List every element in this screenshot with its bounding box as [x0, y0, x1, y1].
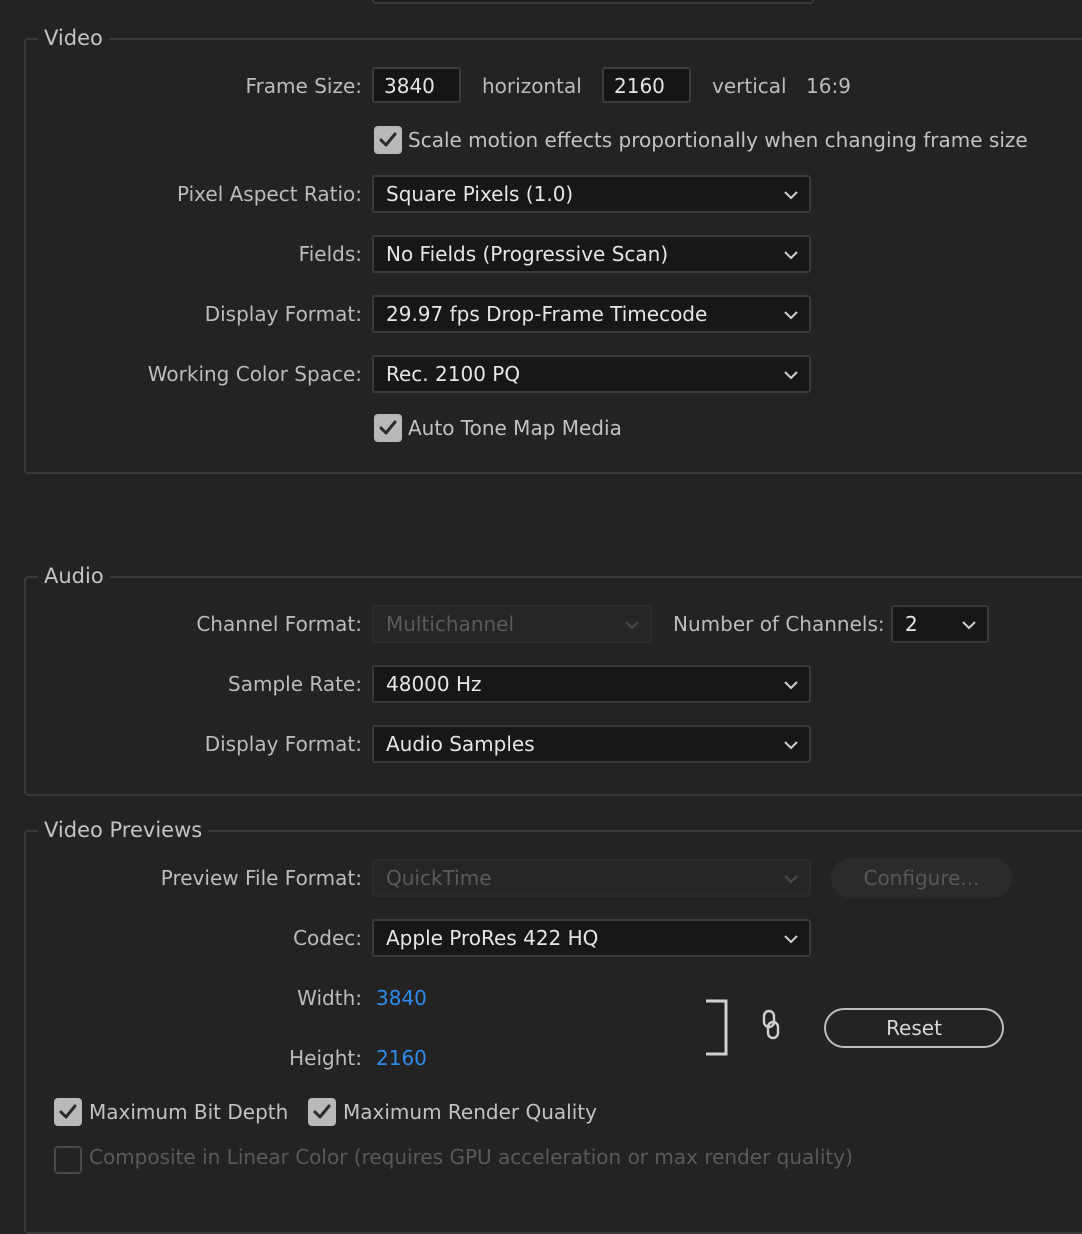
- composite-linear-checkbox[interactable]: [54, 1146, 82, 1174]
- preview-file-format-label: Preview File Format:: [160, 866, 362, 890]
- codec-label: Codec:: [293, 926, 362, 950]
- audio-display-format-value: Audio Samples: [386, 732, 535, 756]
- fields-value: No Fields (Progressive Scan): [386, 242, 669, 266]
- checkmark-icon: [59, 1104, 77, 1119]
- video-previews-section-legend: Video Previews: [38, 815, 209, 845]
- composite-linear-label: Composite in Linear Color (requires GPU …: [89, 1145, 853, 1169]
- chevron-down-icon: [784, 935, 798, 944]
- video-display-format-dropdown[interactable]: 29.97 fps Drop-Frame Timecode: [372, 295, 811, 333]
- num-channels-label: Number of Channels:: [673, 612, 885, 636]
- preview-file-format-value: QuickTime: [386, 866, 492, 890]
- chevron-down-icon: [962, 621, 976, 630]
- chevron-down-icon: [784, 191, 798, 200]
- video-display-format-label: Display Format:: [204, 302, 362, 326]
- channel-format-label: Channel Format:: [196, 612, 362, 636]
- previous-dropdown-stub[interactable]: [372, 0, 814, 4]
- audio-section-legend: Audio: [38, 561, 110, 591]
- auto-tone-map-label: Auto Tone Map Media: [408, 416, 622, 440]
- preview-height-label: Height:: [289, 1046, 362, 1070]
- chevron-down-icon: [784, 371, 798, 380]
- chevron-down-icon: [625, 621, 639, 630]
- chevron-down-icon: [784, 875, 798, 884]
- checkmark-icon: [379, 132, 397, 147]
- color-space-label: Working Color Space:: [147, 362, 362, 386]
- preview-file-format-dropdown: QuickTime: [372, 859, 811, 897]
- codec-value: Apple ProRes 422 HQ: [386, 926, 599, 950]
- max-render-quality-checkbox[interactable]: [308, 1098, 336, 1126]
- max-bit-depth-label: Maximum Bit Depth: [89, 1100, 289, 1124]
- codec-dropdown[interactable]: Apple ProRes 422 HQ: [372, 919, 811, 957]
- scale-motion-label: Scale motion effects proportionally when…: [408, 128, 1028, 152]
- chevron-down-icon: [784, 251, 798, 260]
- vertical-label: vertical: [712, 74, 787, 98]
- channel-format-value: Multichannel: [386, 612, 515, 636]
- pixel-aspect-dropdown[interactable]: Square Pixels (1.0): [372, 175, 811, 213]
- configure-button[interactable]: Configure...: [831, 858, 1012, 898]
- num-channels-dropdown[interactable]: 2: [891, 605, 989, 643]
- frame-height-input[interactable]: 2160: [602, 67, 691, 103]
- checkmark-icon: [379, 420, 397, 435]
- preview-width-label: Width:: [297, 986, 362, 1010]
- preview-height-value[interactable]: 2160: [376, 1044, 427, 1072]
- horizontal-label: horizontal: [482, 74, 582, 98]
- bracket-icon: [706, 999, 728, 1056]
- max-bit-depth-checkbox[interactable]: [54, 1098, 82, 1126]
- pixel-aspect-label: Pixel Aspect Ratio:: [177, 182, 362, 206]
- num-channels-value: 2: [905, 612, 918, 636]
- sample-rate-label: Sample Rate:: [228, 672, 362, 696]
- reset-button[interactable]: Reset: [824, 1008, 1004, 1048]
- sample-rate-dropdown[interactable]: 48000 Hz: [372, 665, 811, 703]
- sample-rate-value: 48000 Hz: [386, 672, 482, 696]
- fields-dropdown[interactable]: No Fields (Progressive Scan): [372, 235, 811, 273]
- chevron-down-icon: [784, 741, 798, 750]
- frame-width-input[interactable]: 3840: [372, 67, 461, 103]
- preview-width-value[interactable]: 3840: [376, 984, 427, 1012]
- channel-format-dropdown: Multichannel: [372, 605, 652, 643]
- auto-tone-map-checkbox[interactable]: [374, 414, 402, 442]
- scale-motion-checkbox[interactable]: [374, 126, 402, 154]
- video-display-format-value: 29.97 fps Drop-Frame Timecode: [386, 302, 708, 326]
- chevron-down-icon: [784, 311, 798, 320]
- max-render-quality-label: Maximum Render Quality: [343, 1100, 597, 1124]
- audio-display-format-label: Display Format:: [204, 732, 362, 756]
- aspect-ratio-readout: 16:9: [806, 74, 851, 98]
- color-space-dropdown[interactable]: Rec. 2100 PQ: [372, 355, 811, 393]
- checkmark-icon: [313, 1104, 331, 1119]
- link-chain-icon[interactable]: [760, 1009, 782, 1041]
- frame-size-label: Frame Size:: [245, 74, 362, 98]
- chevron-down-icon: [784, 681, 798, 690]
- video-section-legend: Video: [38, 23, 109, 53]
- audio-display-format-dropdown[interactable]: Audio Samples: [372, 725, 811, 763]
- fields-label: Fields:: [298, 242, 362, 266]
- color-space-value: Rec. 2100 PQ: [386, 362, 521, 386]
- pixel-aspect-value: Square Pixels (1.0): [386, 182, 574, 206]
